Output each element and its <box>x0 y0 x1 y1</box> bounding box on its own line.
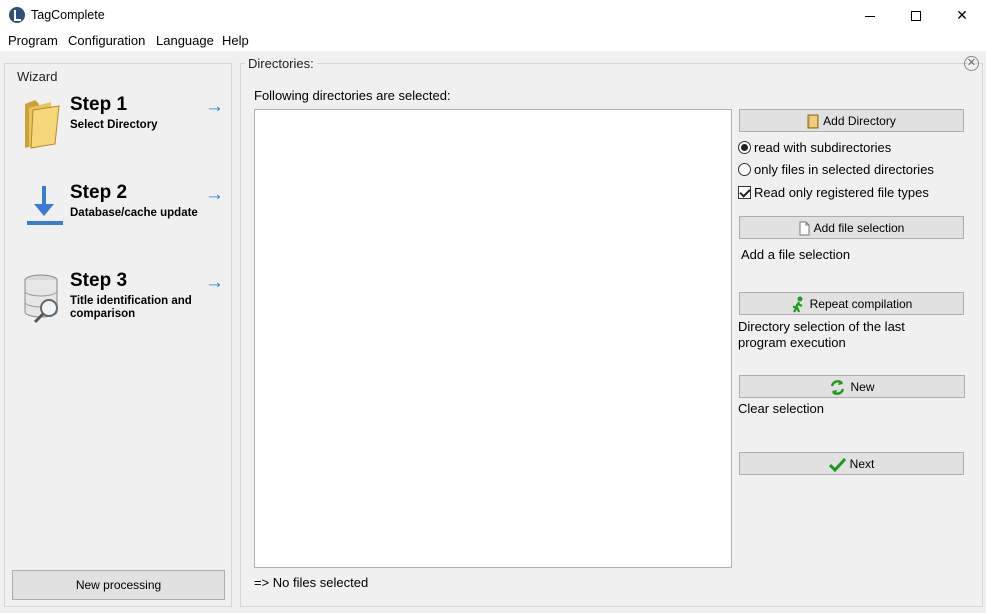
checkbox-registered-label: Read only registered file types <box>754 185 929 200</box>
client-area: Wizard Step 1 Select Directory → Step 2 … <box>0 51 986 613</box>
wizard-step-3[interactable]: Step 3 Title identification and comparis… <box>17 270 227 340</box>
refresh-icon <box>831 380 845 396</box>
close-button[interactable]: ✕ <box>939 0 985 31</box>
add-file-selection-button[interactable]: Add file selection <box>739 216 964 239</box>
next-label: Next <box>849 457 875 471</box>
arrow-right-icon: → <box>205 272 224 293</box>
window-title: TagComplete <box>31 8 105 22</box>
folder-icon <box>25 100 60 149</box>
following-label: Following directories are selected: <box>254 88 451 103</box>
checkbox-registered-types[interactable]: Read only registered file types <box>738 185 929 200</box>
wizard-step-1[interactable]: Step 1 Select Directory → <box>17 94 227 164</box>
directory-list[interactable] <box>254 109 732 568</box>
directories-label: Directories: <box>245 56 317 71</box>
checkmark-icon <box>828 458 846 473</box>
minimize-button[interactable] <box>847 0 893 31</box>
menu-bar: Program Configuration Language Help <box>0 31 986 51</box>
wizard-panel: Wizard Step 1 Select Directory → Step 2 … <box>4 63 232 607</box>
menu-configuration[interactable]: Configuration <box>68 33 145 48</box>
radio-read-subdirectories[interactable]: read with subdirectories <box>738 140 891 155</box>
repeat-compilation-button[interactable]: Repeat compilation <box>739 292 964 315</box>
add-directory-button[interactable]: Add Directory <box>739 109 964 132</box>
file-icon <box>799 221 810 236</box>
radio-only-selected-label: only files in selected directories <box>754 162 934 177</box>
arrow-right-icon: → <box>205 184 224 205</box>
wizard-label: Wizard <box>13 69 62 84</box>
step-2-subtitle: Database/cache update <box>70 207 198 219</box>
new-button[interactable]: New <box>739 375 965 398</box>
menu-program[interactable]: Program <box>8 33 58 48</box>
download-icon <box>27 186 63 225</box>
radio-only-selected[interactable]: only files in selected directories <box>738 162 934 177</box>
step-1-subtitle: Select Directory <box>70 119 158 131</box>
radio-unselected-icon <box>738 163 751 176</box>
checkbox-checked-icon <box>738 186 751 199</box>
radio-read-sub-label: read with subdirectories <box>754 140 892 155</box>
running-man-icon <box>792 296 803 313</box>
new-processing-button[interactable]: New processing <box>12 570 225 600</box>
step-3-subtitle: Title identification and comparison <box>70 295 192 320</box>
close-panel-icon[interactable]: ✕ <box>964 56 979 71</box>
database-search-icon <box>24 274 58 324</box>
new-label: New <box>850 380 875 394</box>
step-1-title: Step 1 <box>70 94 128 115</box>
repeat-compilation-label: Repeat compilation <box>809 297 913 311</box>
step-3-title: Step 3 <box>70 270 128 291</box>
step-2-title: Step 2 <box>70 182 128 203</box>
next-button[interactable]: Next <box>739 452 964 475</box>
status-text: => No files selected <box>254 575 369 590</box>
arrow-right-icon: → <box>205 96 224 117</box>
folder-icon <box>807 114 819 129</box>
add-file-selection-desc: Add a file selection <box>741 247 851 262</box>
maximize-button[interactable] <box>893 0 939 31</box>
repeat-compilation-desc: Directory selection of the last program … <box>738 319 905 350</box>
menu-help[interactable]: Help <box>222 33 249 48</box>
app-icon <box>9 7 25 23</box>
clear-selection-desc: Clear selection <box>738 401 824 416</box>
add-file-selection-label: Add file selection <box>813 221 905 235</box>
radio-selected-icon <box>738 141 751 154</box>
wizard-step-2[interactable]: Step 2 Database/cache update → <box>17 182 227 252</box>
add-directory-label: Add Directory <box>823 114 896 128</box>
menu-language[interactable]: Language <box>156 33 214 48</box>
title-bar: TagComplete ✕ <box>0 0 986 31</box>
